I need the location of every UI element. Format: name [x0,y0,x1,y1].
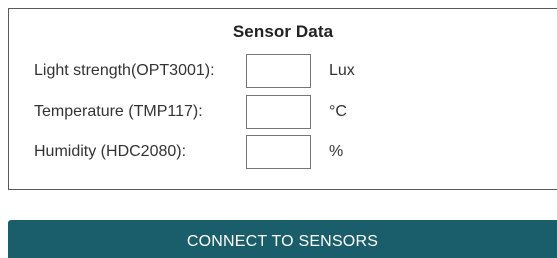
sensor-page: Sensor Data Light strength(OPT3001): Lux… [0,0,557,258]
light-strength-unit: Lux [329,62,355,79]
temperature-row: Temperature (TMP117): °C [34,95,534,129]
humidity-label: Humidity (HDC2080): [34,143,187,160]
sensor-data-panel: Sensor Data Light strength(OPT3001): Lux… [8,8,557,190]
light-strength-label: Light strength(OPT3001): [34,62,215,79]
temperature-unit: °C [329,103,347,120]
temperature-label: Temperature (TMP117): [34,103,203,120]
humidity-row: Humidity (HDC2080): % [34,135,534,169]
panel-title: Sensor Data [232,22,334,41]
connect-to-sensors-button[interactable]: CONNECT TO SENSORS [8,220,557,258]
humidity-unit: % [329,143,344,160]
humidity-field[interactable] [246,135,311,169]
light-strength-row: Light strength(OPT3001): Lux [34,54,534,88]
temperature-field[interactable] [246,95,311,129]
light-strength-field[interactable] [246,54,311,88]
